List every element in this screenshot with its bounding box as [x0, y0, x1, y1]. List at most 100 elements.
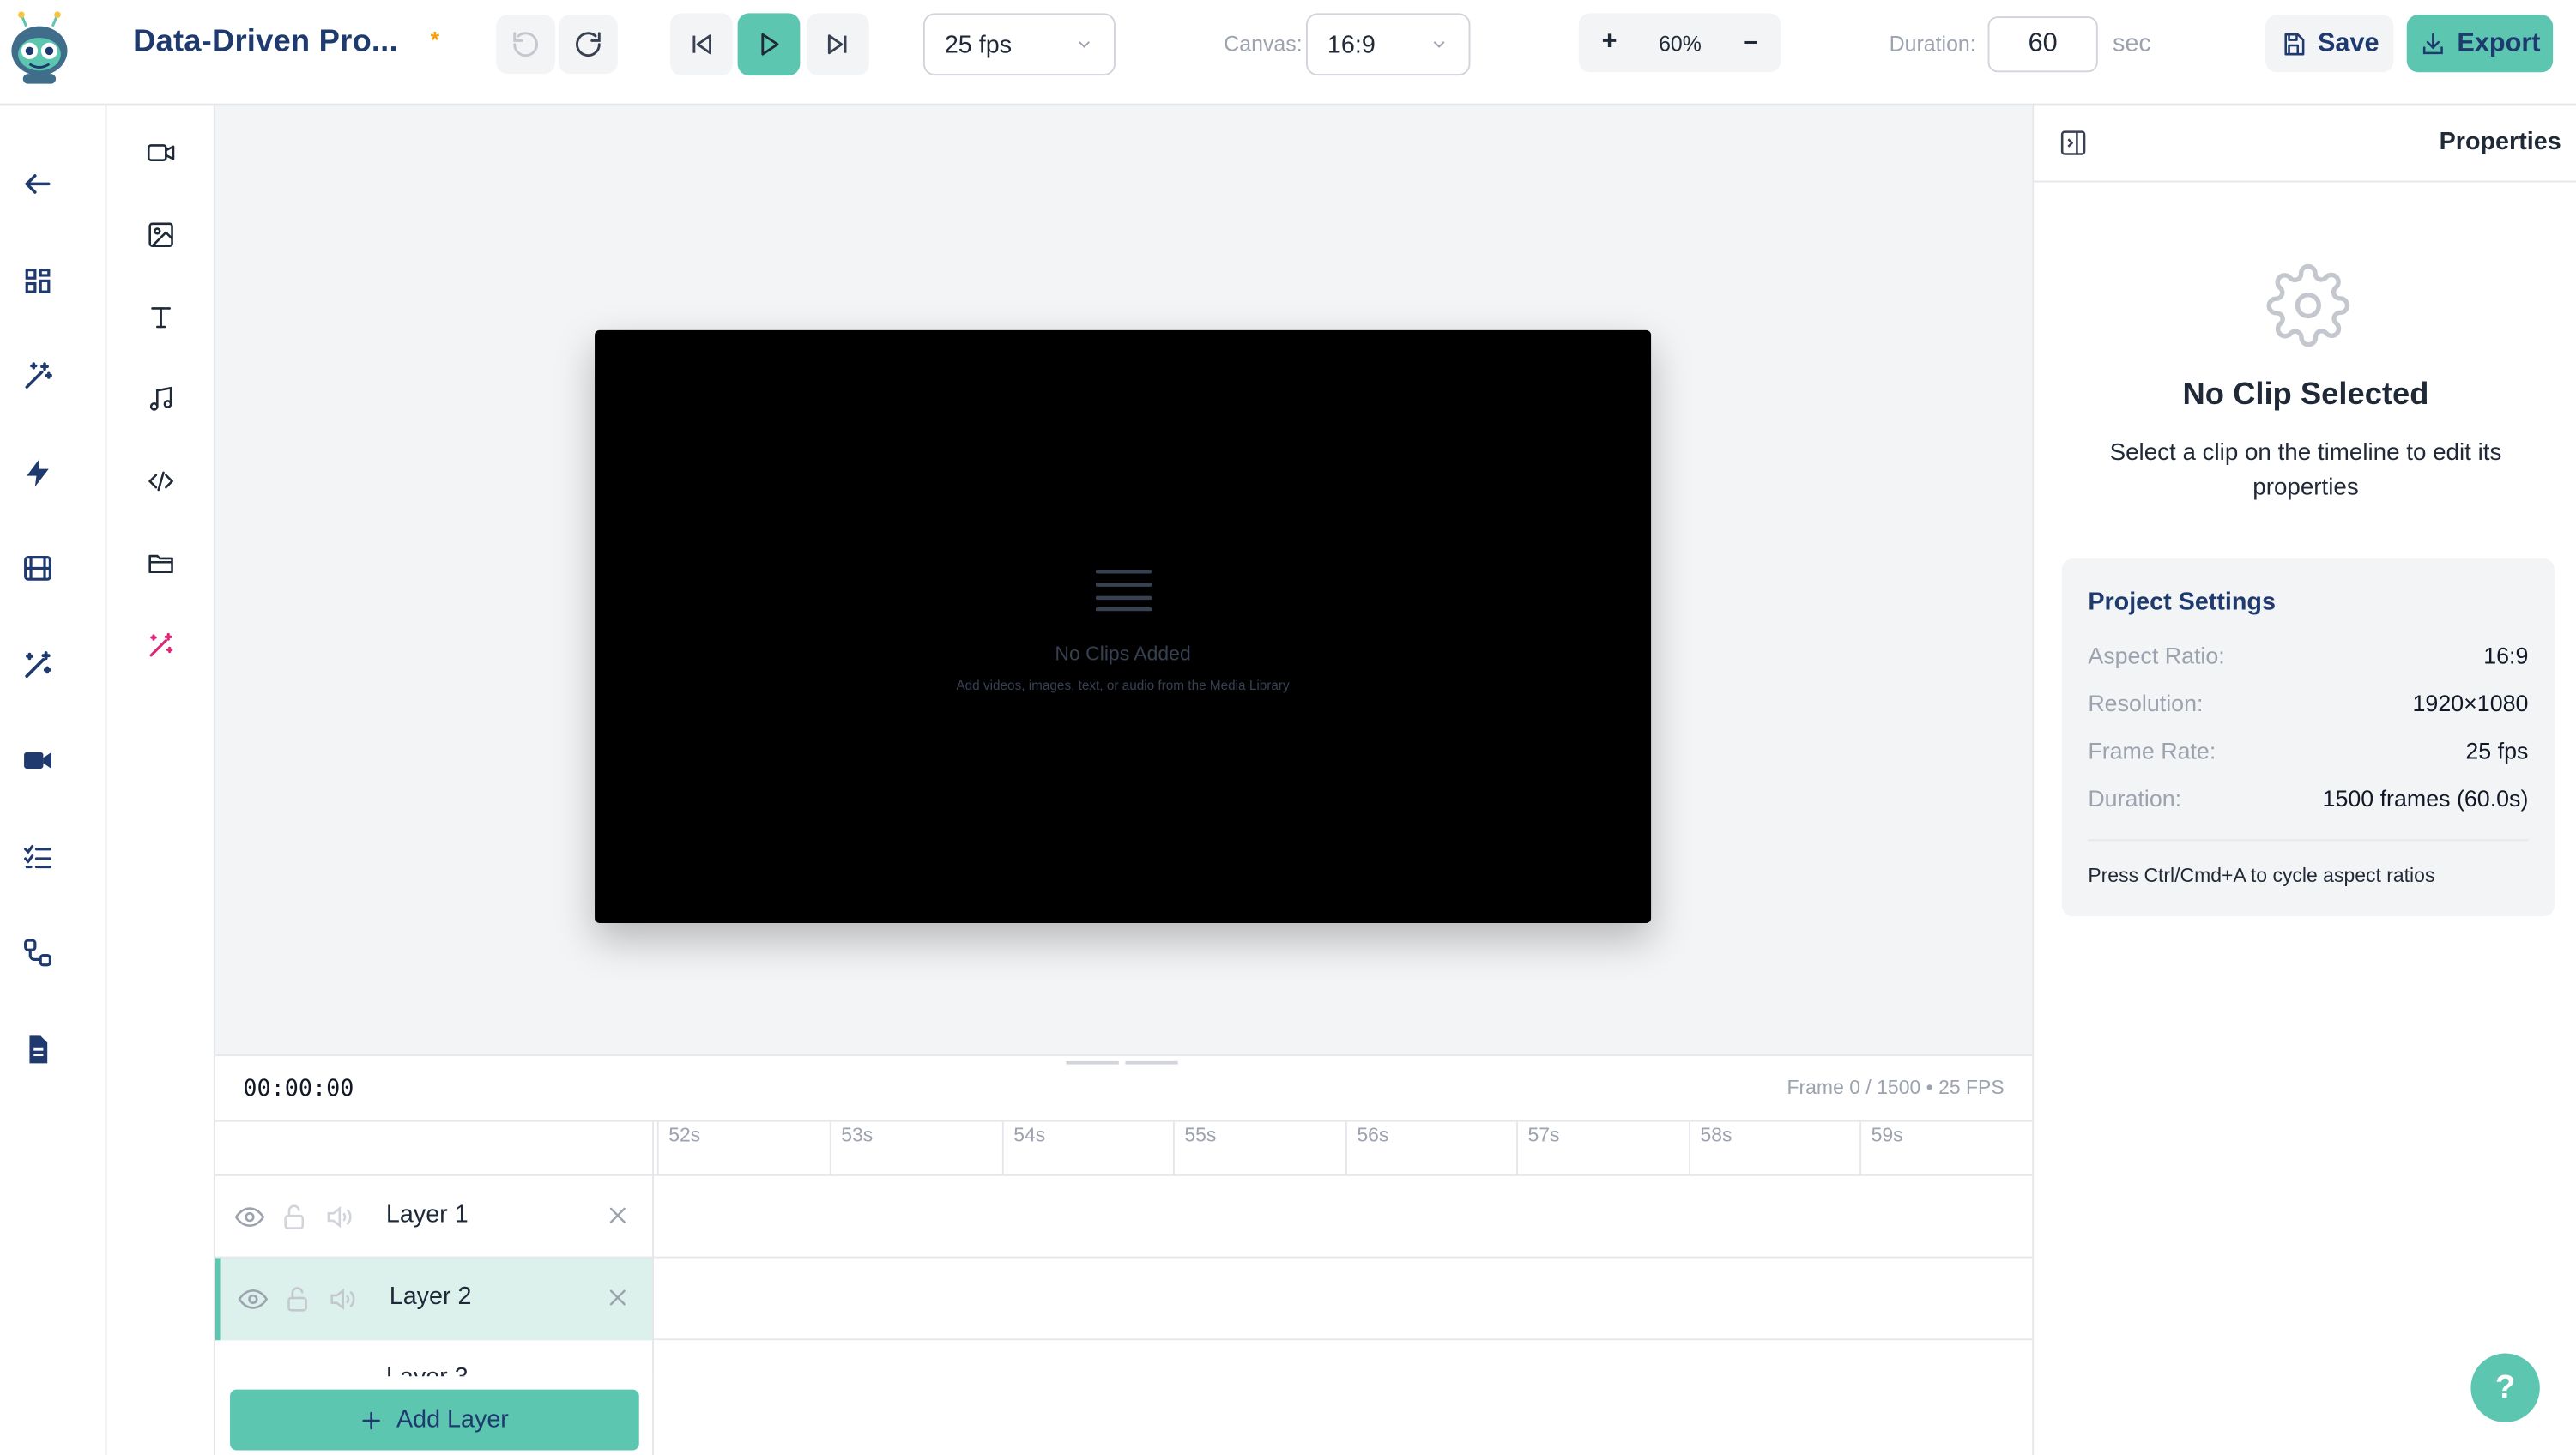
- empty-canvas-subtitle: Add videos, images, text, or audio from …: [956, 678, 1290, 693]
- volume-icon[interactable]: [327, 1284, 356, 1313]
- layer-row-2[interactable]: Layer 2: [215, 1258, 2033, 1341]
- layer-header: Layer 1: [215, 1175, 654, 1259]
- chevron-down-icon: [1079, 41, 1090, 48]
- magic-wand-icon[interactable]: [20, 358, 56, 394]
- canvas-ratio-value: 16:9: [1327, 30, 1376, 58]
- ruler-tick: 55s: [1172, 1121, 1216, 1174]
- code-icon[interactable]: [143, 463, 179, 499]
- project-settings-title: Project Settings: [2088, 588, 2276, 616]
- help-button[interactable]: ?: [2470, 1353, 2540, 1422]
- flow-icon[interactable]: [20, 934, 56, 970]
- play-icon: [761, 33, 779, 56]
- setting-value: 25 fps: [2465, 737, 2529, 764]
- skip-forward-button[interactable]: [807, 13, 869, 76]
- setting-label: Aspect Ratio:: [2088, 642, 2225, 669]
- setting-value: 16:9: [2483, 642, 2529, 669]
- redo-icon: [576, 32, 601, 57]
- skip-back-icon: [692, 34, 711, 55]
- image-icon[interactable]: [143, 217, 179, 253]
- skip-back-button[interactable]: [670, 13, 733, 76]
- checklist-icon[interactable]: [20, 839, 56, 875]
- fps-select-value: 25 fps: [944, 30, 1013, 58]
- duration-input[interactable]: 60: [1987, 16, 2098, 73]
- project-settings-card: Project Settings Aspect Ratio: 16:9 Reso…: [2061, 558, 2555, 917]
- zoom-control: + 60% –: [1578, 13, 1781, 73]
- properties-panel: Properties No Clip Selected Select a cli…: [2032, 105, 2576, 1455]
- text-icon[interactable]: [143, 299, 179, 335]
- project-title[interactable]: Data-Driven Pro...: [133, 25, 398, 61]
- setting-value: 1500 frames (60.0s): [2322, 785, 2529, 812]
- app-root: Data-Driven Pro... * 25 fps Canvas: 16:9…: [0, 0, 2576, 1455]
- lock-icon[interactable]: [279, 1202, 308, 1231]
- layer-row-3[interactable]: Layer 3: [215, 1340, 2032, 1377]
- left-nav: [0, 105, 107, 1455]
- export-button[interactable]: Export: [2406, 15, 2554, 73]
- collapse-panel-icon[interactable]: [2059, 128, 2088, 157]
- frame-info: Frame 0 / 1500 • 25 FPS: [1787, 1075, 2005, 1099]
- canvas-ratio-select[interactable]: 16:9: [1306, 13, 1471, 76]
- setting-label: Frame Rate:: [2088, 737, 2216, 764]
- video-camera-icon[interactable]: [20, 742, 56, 778]
- close-icon[interactable]: [606, 1286, 629, 1309]
- properties-title: Properties: [2439, 128, 2561, 156]
- ruler-spacer: [215, 1121, 654, 1174]
- export-label: Export: [2457, 28, 2541, 57]
- layer-header: Layer 2: [215, 1258, 654, 1341]
- no-selection-title: No Clip Selected: [2182, 377, 2429, 413]
- fps-select[interactable]: 25 fps: [922, 13, 1116, 76]
- play-button[interactable]: [737, 13, 801, 76]
- eye-icon[interactable]: [234, 1202, 265, 1231]
- robot-logo-icon[interactable]: [3, 9, 76, 88]
- duration-unit: sec: [2113, 29, 2151, 58]
- canvas-label: Canvas:: [1224, 31, 1303, 57]
- unsaved-indicator: *: [430, 26, 440, 53]
- redo-button[interactable]: [558, 15, 618, 75]
- folder-icon[interactable]: [143, 546, 179, 582]
- zoom-level: 60%: [1659, 30, 1702, 56]
- time-ruler[interactable]: 52s 53s 54s 55s 56s 57s 58s 59s: [215, 1120, 2033, 1176]
- video-canvas[interactable]: No Clips Added Add videos, images, text,…: [595, 329, 1652, 923]
- volume-icon[interactable]: [324, 1202, 353, 1231]
- setting-label: Duration:: [2088, 785, 2182, 812]
- film-icon[interactable]: [20, 550, 56, 586]
- empty-canvas-title: No Clips Added: [1055, 642, 1191, 666]
- add-layer-button[interactable]: Add Layer: [230, 1389, 639, 1451]
- properties-header: Properties: [2034, 106, 2576, 183]
- no-selection-description: Select a clip on the timeline to edit it…: [2109, 440, 2502, 501]
- layer-name[interactable]: Layer 3: [386, 1363, 469, 1376]
- undo-button[interactable]: [496, 15, 556, 75]
- document-icon[interactable]: [20, 1031, 56, 1067]
- resize-handle[interactable]: [1066, 1060, 1182, 1066]
- lock-icon[interactable]: [282, 1284, 311, 1313]
- duration-label: Duration:: [1889, 31, 1976, 57]
- zoom-in-button[interactable]: +: [1602, 28, 1618, 57]
- bolt-icon[interactable]: [20, 455, 56, 491]
- setting-row: Resolution: 1920×1080: [2088, 690, 2528, 722]
- timecode: 00:00:00: [243, 1075, 354, 1102]
- zoom-out-button[interactable]: –: [1743, 28, 1757, 57]
- aspect-ratio-hint: Press Ctrl/Cmd+A to cycle aspect ratios: [2088, 864, 2435, 887]
- music-icon[interactable]: [143, 381, 179, 417]
- close-icon[interactable]: [606, 1204, 629, 1227]
- layer-name[interactable]: Layer 2: [390, 1283, 472, 1311]
- setting-row: Aspect Ratio: 16:9: [2088, 643, 2528, 675]
- eye-icon[interactable]: [238, 1284, 269, 1313]
- magic-wand-icon[interactable]: [143, 627, 179, 663]
- media-tools: [106, 105, 215, 1455]
- download-icon: [2422, 32, 2443, 54]
- divider: [2088, 839, 2529, 842]
- layer-name[interactable]: Layer 1: [386, 1200, 469, 1229]
- dashboard-grid-icon[interactable]: [20, 263, 56, 299]
- setting-row: Duration: 1500 frames (60.0s): [2088, 785, 2528, 818]
- layer-row-1[interactable]: Layer 1: [215, 1175, 2033, 1259]
- save-button[interactable]: Save: [2265, 15, 2394, 73]
- chevron-down-icon: [1433, 41, 1445, 48]
- ruler-tick: 59s: [1859, 1121, 1903, 1174]
- wand-tools-icon[interactable]: [20, 647, 56, 683]
- ruler-tick: 54s: [1001, 1121, 1045, 1174]
- ruler-tick: 52s: [656, 1121, 700, 1174]
- layers-placeholder-icon: [1095, 569, 1152, 612]
- back-arrow-icon[interactable]: [20, 166, 56, 202]
- gear-icon: [2266, 263, 2350, 347]
- video-icon[interactable]: [143, 135, 179, 171]
